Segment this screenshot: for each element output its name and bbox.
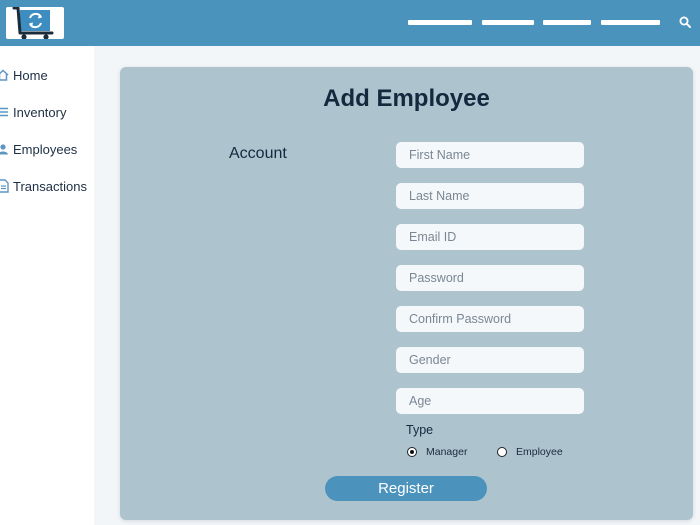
home-icon (0, 68, 9, 82)
last-name-field[interactable] (396, 183, 584, 209)
sidebar-item-label: Employees (13, 141, 78, 157)
account-section-label: Account (229, 145, 287, 162)
add-employee-panel: Add Employee Account Type Manager Employ… (120, 67, 693, 520)
nav-item-2[interactable] (482, 20, 534, 25)
manager-radio[interactable] (407, 447, 417, 457)
sidebar-item-label: Inventory (13, 104, 67, 120)
app-logo[interactable] (6, 7, 64, 39)
shopping-cart-refresh-icon (12, 7, 54, 39)
sidebar-item-label: Transactions (13, 178, 87, 194)
sidebar: Home Inventory Employees Transactions (0, 46, 94, 525)
radio-label: Employee (516, 446, 563, 458)
search-icon[interactable] (678, 15, 692, 29)
nav-item-4[interactable] (601, 20, 660, 25)
user-icon (0, 142, 9, 156)
list-icon (0, 105, 9, 119)
radio-label: Manager (426, 446, 468, 458)
password-field[interactable] (396, 265, 584, 291)
sidebar-item-employees[interactable]: Employees (0, 139, 94, 159)
confirm-password-field[interactable] (396, 306, 584, 332)
nav-item-1[interactable] (408, 20, 472, 25)
employee-radio[interactable] (497, 447, 507, 457)
sidebar-item-inventory[interactable]: Inventory (0, 102, 94, 122)
type-option-employee[interactable]: Employee (497, 446, 563, 458)
age-field[interactable] (396, 388, 584, 414)
nav-item-3[interactable] (543, 20, 591, 25)
type-option-manager[interactable]: Manager (407, 446, 467, 458)
sidebar-item-label: Home (13, 67, 48, 83)
gender-field[interactable] (396, 347, 584, 373)
type-label: Type (406, 423, 434, 437)
top-bar (0, 0, 700, 46)
sidebar-item-transactions[interactable]: Transactions (0, 176, 94, 196)
email-field[interactable] (396, 224, 584, 250)
document-icon (0, 179, 9, 193)
sidebar-item-home[interactable]: Home (0, 65, 94, 85)
first-name-field[interactable] (396, 142, 584, 168)
page-title: Add Employee (323, 85, 490, 112)
register-button[interactable]: Register (325, 476, 487, 501)
